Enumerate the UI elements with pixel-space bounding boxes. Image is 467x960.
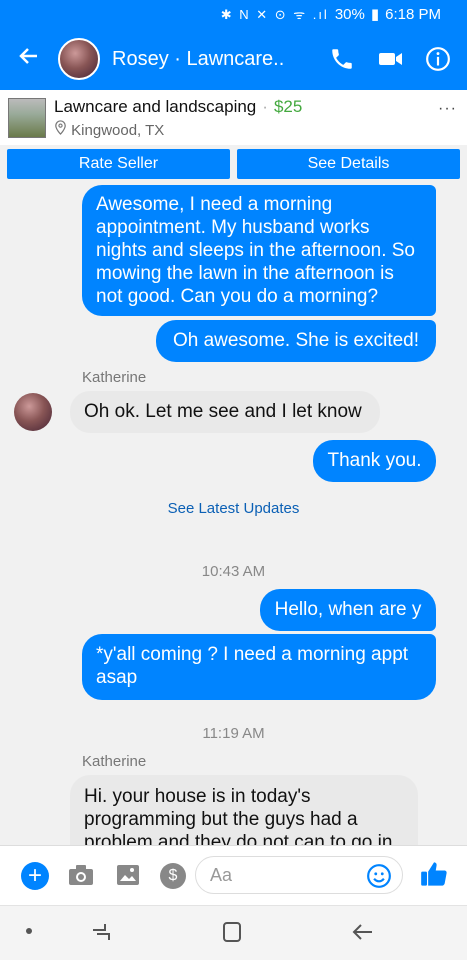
message-outgoing[interactable]: *y'all coming ? I need a morning appt as…	[82, 634, 436, 700]
message-input[interactable]: Aa	[195, 856, 403, 894]
contact-avatar[interactable]	[58, 38, 100, 80]
timestamp: 10:43 AM	[201, 563, 266, 580]
nav-dot-icon[interactable]	[26, 928, 32, 934]
battery-icon: ▮	[370, 6, 380, 23]
listing-location: Kingwood, TX	[71, 121, 165, 139]
info-icon[interactable]	[425, 46, 451, 72]
phone-icon[interactable]	[329, 46, 355, 72]
sender-avatar[interactable]	[14, 393, 52, 431]
status-bar: ✱ N ✕ ⊙ ᯤ .ıl 30% ▮ 6:18 PM	[0, 0, 467, 28]
message-outgoing[interactable]: Oh awesome. She is excited!	[156, 320, 436, 362]
sender-name: Katherine	[82, 753, 147, 770]
emoji-icon[interactable]	[366, 863, 392, 894]
back-icon[interactable]	[352, 920, 374, 949]
home-icon[interactable]	[221, 920, 243, 949]
thumbs-up-icon[interactable]	[420, 860, 448, 893]
timestamp: 11:19 AM	[202, 725, 265, 742]
battery-level: 30%	[334, 5, 365, 23]
listing-price: $25	[273, 96, 303, 116]
clock: 6:18 PM	[385, 5, 441, 23]
recent-apps-icon[interactable]	[90, 920, 112, 949]
location-pin-icon	[54, 119, 71, 139]
message-outgoing[interactable]: Hello, when are y	[260, 589, 436, 631]
see-details-button[interactable]: See Details	[237, 149, 460, 179]
conversation-title[interactable]: Rosey · Lawncare...	[112, 48, 284, 71]
video-call-icon[interactable]	[377, 46, 403, 72]
message-incoming[interactable]: Oh ok. Let me see and I let know	[70, 391, 380, 433]
message-outgoing[interactable]: Thank you.	[313, 440, 436, 482]
image-icon[interactable]	[116, 863, 140, 892]
listing-title: Lawncare and landscaping	[54, 96, 257, 116]
listing-thumbnail	[8, 97, 46, 138]
see-latest-updates-link[interactable]: See Latest Updates	[0, 500, 467, 517]
message-outgoing[interactable]: Awesome, I need a morning appointment. M…	[82, 185, 436, 316]
message-thread[interactable]: Awesome, I need a morning appointment. M…	[0, 183, 467, 845]
rate-seller-button[interactable]: Rate Seller	[7, 149, 230, 179]
sender-name: Katherine	[82, 369, 147, 386]
composer-bar: + $ Aa	[0, 845, 467, 905]
payment-icon[interactable]: $	[160, 863, 186, 889]
more-options-icon[interactable]: ···	[438, 100, 457, 118]
listing-card[interactable]: Lawncare and landscaping · $25 Kingwood, T…	[0, 90, 467, 145]
camera-icon[interactable]	[68, 863, 94, 892]
conversation-header: Rosey · Lawncare...	[0, 28, 467, 90]
system-navigation-bar	[0, 905, 467, 960]
status-icons: ✱ N ✕ ⊙ ᯤ .ıl	[220, 7, 329, 22]
back-arrow-icon[interactable]	[0, 44, 58, 75]
message-incoming[interactable]: Hi. your house is in today's programming…	[70, 775, 418, 845]
plus-icon[interactable]: +	[21, 862, 49, 890]
